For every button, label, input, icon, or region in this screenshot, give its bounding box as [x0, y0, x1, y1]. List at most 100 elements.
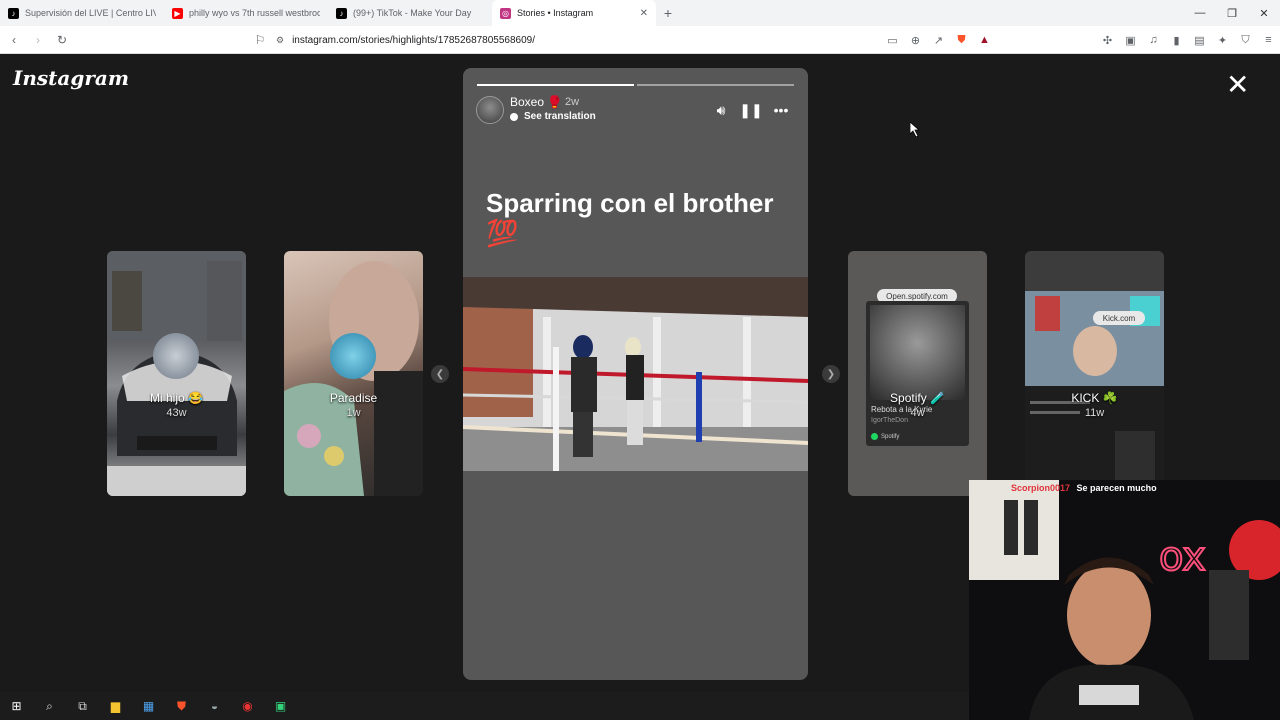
task-view-icon[interactable]: ⧉ [66, 692, 99, 720]
leo-ai-icon[interactable]: ✦ [1211, 30, 1234, 50]
story-time: 2w [565, 96, 580, 108]
see-translation-label: See translation [524, 111, 596, 122]
reload-icon[interactable]: ↻ [52, 30, 72, 50]
toolbar-icons: ▭ ⊕ ↗ ⛊ ▲ ✣ ▣ ♫ ▮ ▤ ✦ ⛉ ≡ [881, 30, 1280, 50]
story-viewer[interactable]: Boxeo 🥊 2w See translation 🔊︎ ❚❚ ••• Spa… [463, 68, 808, 680]
wallet-icon[interactable]: ▤ [1188, 30, 1211, 50]
highlight-title: Spotify 🧪 [890, 391, 945, 405]
see-translation-button[interactable]: See translation [510, 111, 596, 122]
highlight-avatar [153, 333, 199, 379]
tab-tiktok-live[interactable]: ♪ Supervisión del LIVE | Centro LIVE de [0, 0, 164, 26]
highlight-time: 43w [166, 407, 187, 419]
app-icon[interactable]: ▣ [264, 692, 297, 720]
spotify-footer: Spotify [871, 433, 899, 440]
story-username[interactable]: Boxeo 🥊 [510, 95, 562, 109]
back-icon[interactable]: ‹ [4, 30, 24, 50]
chevron-left-icon: ❮ [435, 368, 445, 380]
streamer-webcam-image: ox [969, 480, 1280, 720]
more-options-icon[interactable]: ••• [771, 100, 791, 120]
spotify-icon [871, 433, 878, 440]
extensions-icon[interactable]: ✣ [1096, 30, 1119, 50]
menu-icon[interactable]: ≡ [1257, 30, 1280, 50]
tab-label: (99+) TikTok - Make Your Day [353, 8, 472, 18]
taskbar: ⊞ ⌕ ⧉ ▆ ▦ ⛊ ◒ ◉ ▣ [0, 692, 969, 720]
youtube-icon: ▶ [172, 7, 183, 19]
search-icon[interactable]: ⌕ [33, 692, 66, 720]
svg-text:ox: ox [1159, 534, 1206, 580]
tab-label: Stories • Instagram [517, 8, 594, 18]
new-tab-button[interactable]: + [656, 0, 680, 26]
highlight-card-spotify[interactable]: Open.spotify.com Rebota a la Kyrie IgorT… [848, 251, 987, 496]
tab-label: Supervisión del LIVE | Centro LIVE de [25, 8, 156, 18]
store-icon[interactable]: ▦ [132, 692, 165, 720]
highlight-thumbnail: Open.spotify.com Rebota a la Kyrie IgorT… [848, 251, 987, 496]
story-progress-bar [477, 84, 794, 86]
webcam-overlay: ox Scorpion0017 Se parecen mucho [969, 480, 1280, 720]
highlight-thumbnail [284, 251, 423, 496]
kick-badge: Kick.com [1093, 311, 1145, 325]
app-icon[interactable]: ◒ [198, 692, 231, 720]
story-controls: 🔊︎ ❚❚ ••• [711, 100, 791, 120]
close-stories-button[interactable]: ✕ [1226, 71, 1249, 99]
progress-segment [637, 84, 794, 86]
boxing-ring-image [463, 277, 808, 471]
highlight-time: 4w [910, 407, 925, 419]
window-controls: — ❐ ✕ [1184, 0, 1280, 26]
link-badge-text: Open.spotify.com [886, 291, 948, 301]
site-info-icon[interactable]: ⚙ [276, 35, 284, 46]
restore-icon[interactable]: ❐ [1216, 0, 1248, 26]
app-icon[interactable]: ◉ [231, 692, 264, 720]
pause-icon[interactable]: ❚❚ [739, 100, 762, 120]
tab-youtube[interactable]: ▶ philly wyo vs 7th russell westbrook - [164, 0, 328, 26]
story-caption: Sparring con el brother 💯 [486, 188, 774, 248]
sidebar-icon[interactable]: ▮ [1165, 30, 1188, 50]
previous-story-button[interactable]: ❮ [431, 365, 449, 383]
highlight-card-kick[interactable]: Kick.com KICK ☘️ 11w [1025, 251, 1164, 496]
screenshot-icon[interactable]: ▣ [1119, 30, 1142, 50]
url-text: instagram.com/stories/highlights/1785268… [292, 34, 536, 46]
instagram-logo[interactable]: Instagram [13, 66, 129, 90]
file-explorer-icon[interactable]: ▆ [99, 692, 132, 720]
instagram-icon: ◎ [500, 7, 511, 19]
progress-segment [477, 84, 634, 86]
highlight-avatar [330, 333, 376, 379]
tab-strip: ♪ Supervisión del LIVE | Centro LIVE de … [0, 0, 1280, 26]
forward-icon[interactable]: › [28, 30, 48, 50]
media-icon[interactable]: ♫ [1142, 30, 1165, 50]
cast-icon[interactable]: ▭ [881, 30, 904, 50]
highlight-card-paradise[interactable]: Paradise 1w [284, 251, 423, 496]
chat-message: Se parecen mucho [1076, 483, 1157, 493]
highlight-thumbnail: Kick.com [1025, 251, 1164, 496]
link-badge-text: Kick.com [1102, 313, 1136, 323]
close-tab-icon[interactable]: ✕ [640, 8, 648, 19]
mouse-cursor-icon [910, 122, 921, 138]
avatar[interactable] [476, 96, 504, 124]
share-icon[interactable]: ↗ [927, 30, 950, 50]
windows-start-icon[interactable]: ⊞ [0, 692, 33, 720]
highlight-card-mi-hijo[interactable]: Mi hijo 😂 43w [107, 251, 246, 496]
brave-rewards-icon[interactable]: ▲ [973, 30, 996, 50]
close-window-icon[interactable]: ✕ [1248, 0, 1280, 26]
volume-icon[interactable]: 🔊︎ [711, 100, 731, 120]
chat-username: Scorpion0017 [1011, 483, 1071, 493]
vpn-icon[interactable]: ⛉ [1234, 30, 1257, 50]
brave-browser-icon[interactable]: ⛊ [165, 692, 198, 720]
highlight-title: Mi hijo 😂 [150, 391, 203, 405]
chat-overlay: Scorpion0017 Se parecen mucho [1011, 483, 1157, 493]
highlight-title: KICK ☘️ [1071, 391, 1118, 405]
tab-instagram-stories[interactable]: ◎ Stories • Instagram ✕ [492, 0, 656, 26]
highlight-title: Paradise [329, 391, 378, 405]
zoom-icon[interactable]: ⊕ [904, 30, 927, 50]
album-art [870, 305, 965, 400]
next-story-button[interactable]: ❯ [822, 365, 840, 383]
brave-shield-icon[interactable]: ⛊ [950, 30, 973, 50]
minimize-icon[interactable]: — [1184, 0, 1216, 26]
highlight-thumbnail [107, 251, 246, 496]
tab-label: philly wyo vs 7th russell westbrook - [189, 8, 320, 18]
highlight-time: 11w [1084, 407, 1105, 419]
highlight-time: 1w [346, 407, 361, 419]
boxing-gym-photo [463, 277, 808, 471]
browser-toolbar: ‹ › ↻ ⚐ ⚙ instagram.com/stories/highligh… [0, 26, 1280, 54]
tab-tiktok[interactable]: ♪ (99+) TikTok - Make Your Day [328, 0, 492, 26]
kick-stream-screenshot [1025, 251, 1164, 496]
